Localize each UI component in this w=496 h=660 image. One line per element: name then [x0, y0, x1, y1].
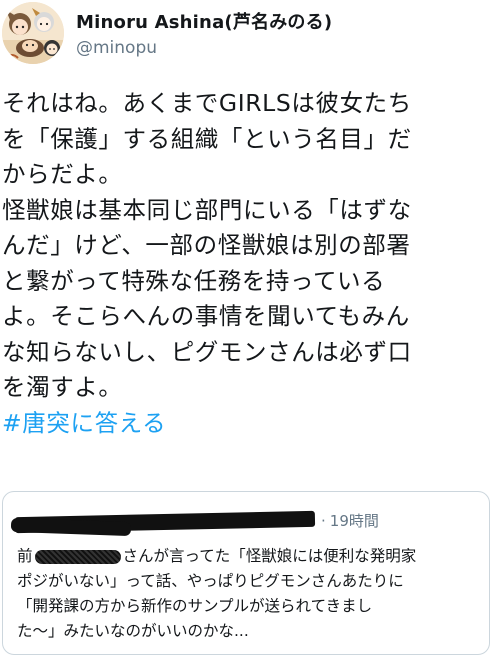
quoted-tweet-line1-prefix: 前: [17, 547, 33, 565]
tweet-text-line: からだよ。: [2, 160, 123, 188]
tweet-text-line: よ。そこらへんの事情を聞いてもみん: [2, 302, 410, 330]
tweet-header: Minoru Ashina(芦名みのる) @minopu: [0, 0, 496, 72]
quoted-tweet-card[interactable]: · 19時間 前 さんが言ってた「怪獣娘には便利な発明家 ポジがいない」って話、やっ…: [2, 491, 490, 655]
quoted-tweet-text: 前 さんが言ってた「怪獣娘には便利な発明家 ポジがいない」って話、やっぱりピグモン…: [17, 544, 485, 644]
redacted-author-bar: [10, 517, 132, 537]
quoted-tweet-time-text: 19時間: [329, 512, 379, 530]
hashtag-link[interactable]: #唐突に答える: [2, 406, 494, 442]
quoted-tweet-line: ポジがいない」って話、やっぱりピグモンさんあたりに: [17, 572, 404, 590]
tweet-text-line: 怪獣娘は基本同じ部門にいる「はずな: [2, 195, 412, 224]
tweet-text: それはね。あくまでGIRLSは彼女たち を「保護」する組織「という名目」だ から…: [2, 86, 494, 441]
quoted-tweet-line1-suffix: さんが言ってた「怪獣娘には便利な発明家: [122, 547, 417, 565]
tweet-text-line: それはね。あくまでGIRLSは彼女たち: [2, 89, 412, 117]
quoted-tweet-line: 「開発課の方から新作のサンプルが送られてきまし: [17, 597, 373, 615]
separator-dot: ·: [321, 512, 326, 530]
avatar-illustration-icon: [2, 2, 64, 64]
tweet-text-line: を「保護」する組織「という名目」だ: [2, 124, 412, 153]
tweet-text-line: んだ」けど、一部の怪獣娘は別の部署: [2, 231, 411, 259]
author-display-name[interactable]: Minoru Ashina(芦名みのる): [76, 8, 332, 34]
quoted-tweet-line: 前 さんが言ってた「怪獣娘には便利な発明家: [17, 544, 485, 569]
tweet-text-line: と繋がって特殊な任務を持っている: [2, 266, 386, 295]
avatar[interactable]: [2, 2, 64, 64]
tweet-text-line: を濁すよ。: [2, 373, 123, 401]
author-handle[interactable]: @minopu: [76, 38, 157, 58]
redacted-name-inline: [34, 549, 121, 564]
quoted-tweet-timestamp[interactable]: · 19時間: [321, 510, 379, 531]
quoted-tweet-line: た〜」みたいなのがいいのかな...: [17, 622, 249, 640]
tweet-text-line: な知らないし、ピグモンさんは必ず口: [2, 337, 412, 366]
